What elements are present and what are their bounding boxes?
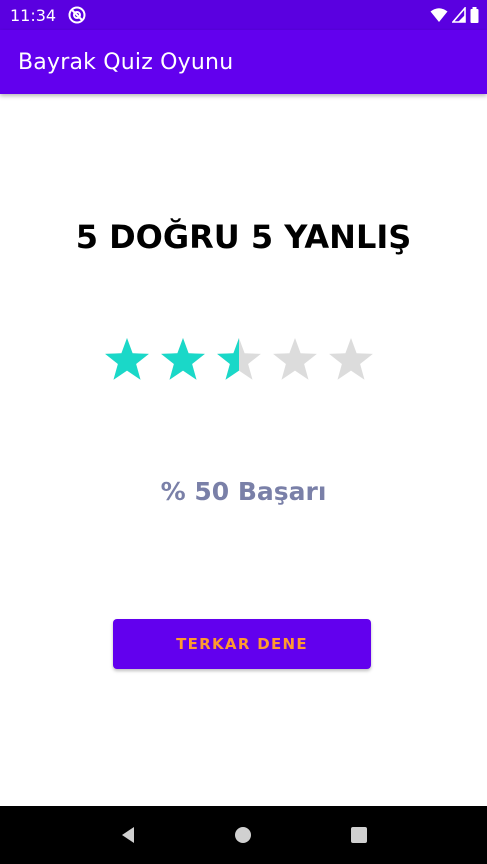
home-button[interactable] [223, 815, 263, 855]
signal-icon [452, 7, 466, 23]
status-icons [430, 7, 479, 23]
success-value: 50 [194, 477, 230, 506]
result-title: 5 DOĞRU 5 YANLIŞ [75, 218, 412, 256]
success-label: Başarı [237, 477, 327, 506]
success-text: % 50 Başarı [0, 477, 487, 506]
home-icon [235, 827, 252, 843]
app-notification-icon [68, 6, 86, 24]
rating-bar [103, 335, 393, 387]
back-icon [121, 827, 134, 843]
status-time: 11:34 [10, 5, 57, 25]
star-icon [105, 338, 149, 380]
navigation-bar [0, 806, 487, 864]
wifi-icon [430, 7, 448, 23]
star-icon [161, 338, 205, 380]
star-icon [273, 338, 317, 380]
status-bar: 11:34 [0, 0, 487, 30]
success-prefix: % [160, 477, 186, 506]
star-icon [329, 338, 373, 380]
recents-button[interactable] [339, 815, 379, 855]
battery-icon [470, 7, 479, 23]
recents-icon [351, 827, 368, 843]
retry-button[interactable]: TERKAR DENE [113, 619, 371, 669]
star-icon [217, 338, 261, 380]
app-title: Bayrak Quiz Oyunu [18, 49, 234, 75]
app-bar: Bayrak Quiz Oyunu [0, 30, 487, 94]
back-button[interactable] [108, 815, 148, 855]
